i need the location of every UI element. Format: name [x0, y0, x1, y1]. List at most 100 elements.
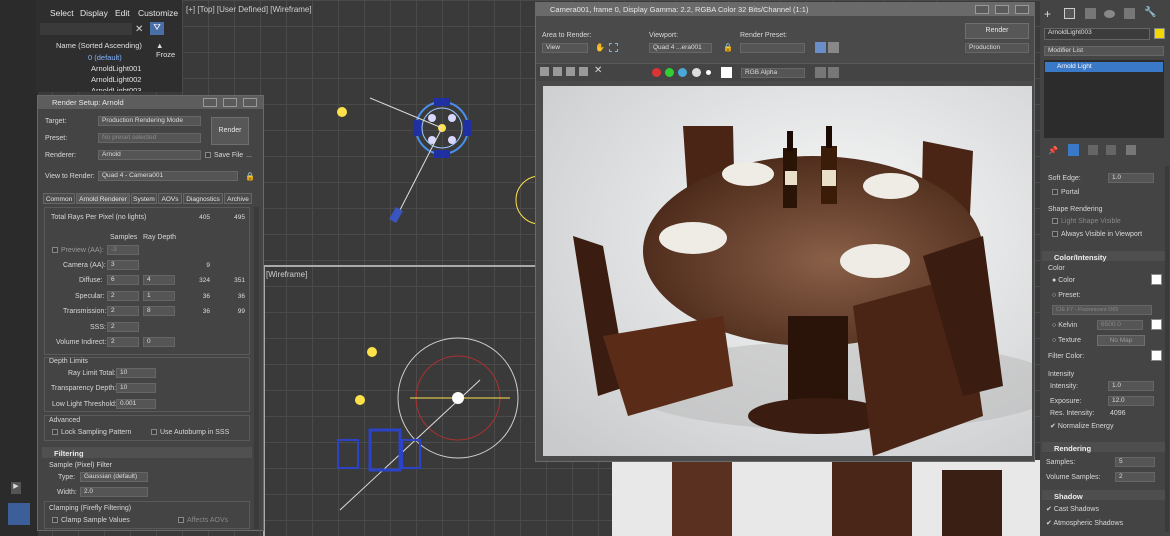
renderer-dropdown[interactable]: Arnold: [98, 150, 201, 160]
scrollbar[interactable]: [254, 207, 259, 529]
menu-display[interactable]: Display: [80, 4, 108, 22]
motion-tab-icon[interactable]: [1104, 10, 1115, 18]
lock-icon[interactable]: 🔒: [245, 172, 255, 181]
frozen-column-header[interactable]: ▲ Froze: [156, 41, 182, 59]
hierarchy-tab-icon[interactable]: [1085, 8, 1096, 19]
kelvin-swatch[interactable]: [1151, 319, 1162, 330]
clear-icon[interactable]: ✕: [594, 65, 602, 76]
light-shape-visible-checkbox[interactable]: Light Shape Visible: [1052, 218, 1121, 225]
swatch-white[interactable]: [721, 67, 732, 78]
menu-edit[interactable]: Edit: [115, 4, 130, 22]
column-header[interactable]: Name (Sorted Ascending): [56, 41, 142, 50]
always-visible-checkbox[interactable]: Always Visible in Viewport: [1052, 231, 1142, 238]
object-name-field[interactable]: ArnoldLight003: [1044, 28, 1150, 40]
render-setup-titlebar[interactable]: Render Setup: Arnold: [38, 96, 263, 109]
lock-sampling-checkbox[interactable]: Lock Sampling Pattern: [52, 429, 131, 436]
atmospheric-shadows-checkbox[interactable]: ✔ Atmospheric Shadows: [1046, 519, 1123, 527]
preset-dropdown[interactable]: No preset selected: [98, 133, 201, 143]
filter-width-spinner[interactable]: 2.0: [80, 487, 148, 497]
rendered-image[interactable]: [543, 86, 1032, 456]
normalize-energy-checkbox[interactable]: ✔ Normalize Energy: [1050, 422, 1113, 430]
save-file-checkbox[interactable]: Save File: [205, 152, 243, 159]
target-dropdown[interactable]: Production Rendering Mode: [98, 116, 201, 126]
tab-common[interactable]: Common: [43, 193, 75, 204]
tab-system[interactable]: System: [131, 193, 157, 204]
transparency-depth-spinner[interactable]: 10: [116, 383, 156, 393]
copy-image-icon[interactable]: [553, 67, 562, 76]
specular-depth-spinner[interactable]: 1: [143, 291, 175, 301]
diffuse-samples-spinner[interactable]: 6: [107, 275, 139, 285]
render-button[interactable]: Render: [211, 117, 249, 145]
transmission-depth-spinner[interactable]: 8: [143, 306, 175, 316]
filter-type-dropdown[interactable]: Gaussian (default): [80, 472, 148, 482]
camera-aa-spinner[interactable]: 3: [107, 260, 139, 270]
print-icon[interactable]: [579, 67, 588, 76]
utilities-tab-icon[interactable]: 🔧: [1144, 7, 1156, 18]
tab-aovs[interactable]: AOVs: [158, 193, 182, 204]
preview-aa-spinner[interactable]: -3: [107, 245, 139, 255]
sss-samples-spinner[interactable]: 2: [107, 322, 139, 332]
blue-channel-icon[interactable]: [678, 68, 687, 77]
soft-edge-spinner[interactable]: 1.0: [1108, 173, 1154, 183]
preset-radio[interactable]: ○ Preset:: [1052, 292, 1080, 299]
modifier-list-dropdown[interactable]: Modifier List: [1044, 46, 1164, 56]
volume-samples-spinner[interactable]: 2: [1115, 472, 1155, 482]
make-unique-icon[interactable]: [1088, 145, 1098, 155]
show-end-result-icon[interactable]: [1068, 144, 1079, 156]
filter-color-swatch[interactable]: [1151, 350, 1162, 361]
color-picker-icon[interactable]: [828, 67, 839, 78]
clone-window-icon[interactable]: [566, 67, 575, 76]
arnold-light-002-row[interactable]: ArnoldLight002: [91, 75, 141, 84]
cast-shadows-checkbox[interactable]: ✔ Cast Shadows: [1046, 505, 1099, 513]
volume-depth-spinner[interactable]: 0: [143, 337, 175, 347]
object-color-swatch[interactable]: [1154, 28, 1165, 39]
affects-aovs-checkbox[interactable]: Affects AOVs: [178, 517, 228, 524]
color-radio[interactable]: ● Color: [1052, 277, 1075, 284]
tab-diagnostics[interactable]: Diagnostics: [183, 193, 223, 204]
diffuse-depth-spinner[interactable]: 4: [143, 275, 175, 285]
autobump-checkbox[interactable]: Use Autobump in SSS: [151, 429, 229, 436]
kelvin-spinner[interactable]: 6500.0: [1097, 320, 1143, 330]
save-image-icon[interactable]: [540, 67, 549, 76]
kelvin-radio[interactable]: ○ Kelvin: [1052, 322, 1077, 329]
frame-close-button[interactable]: [1015, 5, 1029, 14]
frame-window-titlebar[interactable]: Camera001, frame 0, Display Gamma: 2.2, …: [536, 3, 1034, 16]
configure-sets-icon[interactable]: [1126, 145, 1136, 155]
layer-default-row[interactable]: 0 (default): [88, 53, 122, 62]
red-channel-icon[interactable]: [652, 68, 661, 77]
alpha-channel-icon[interactable]: [692, 68, 701, 77]
remove-modifier-icon[interactable]: [1106, 145, 1116, 155]
close-button[interactable]: [243, 98, 257, 107]
pan-hand-icon[interactable]: ✋: [595, 43, 605, 52]
green-channel-icon[interactable]: [665, 68, 674, 77]
frame-render-button[interactable]: Render: [965, 23, 1029, 39]
frame-maximize-button[interactable]: [995, 5, 1009, 14]
search-field[interactable]: [40, 23, 132, 35]
portal-checkbox[interactable]: Portal: [1052, 189, 1079, 196]
expand-icon[interactable]: ▶: [11, 482, 21, 494]
render-preset-dropdown[interactable]: [740, 43, 805, 53]
pin-stack-icon[interactable]: 📌: [1048, 146, 1058, 155]
maximize-button[interactable]: [223, 98, 237, 107]
area-to-render-dropdown[interactable]: View: [542, 43, 588, 53]
menu-customize[interactable]: Customize: [138, 4, 178, 22]
render-setup-icon[interactable]: [815, 42, 826, 53]
modify-tab-icon[interactable]: [1064, 8, 1075, 19]
channel-dropdown[interactable]: RGB Alpha: [741, 68, 805, 78]
display-tab-icon[interactable]: [1124, 8, 1135, 19]
view-to-render-dropdown[interactable]: Quad 4 - Camera001: [98, 171, 238, 181]
exposure-spinner[interactable]: 12.0: [1108, 396, 1154, 406]
modifier-stack-item[interactable]: Arnold Light: [1045, 62, 1163, 72]
viewport-dropdown[interactable]: Quad 4 ...era001: [649, 43, 712, 53]
low-light-spinner[interactable]: 0.001: [116, 399, 156, 409]
command-panel-scrollbar[interactable]: [1165, 166, 1169, 532]
production-dropdown[interactable]: Production: [965, 43, 1029, 53]
tab-archive[interactable]: Archive: [224, 193, 252, 204]
viewport-layout-icon[interactable]: [8, 503, 30, 525]
arnold-light-001-row[interactable]: ArnoldLight001: [91, 64, 141, 73]
menu-select[interactable]: Select: [50, 4, 74, 22]
tab-arnold-renderer[interactable]: Arnold Renderer: [76, 193, 130, 204]
light-preset-dropdown[interactable]: CIE F7 - Fluorescent D65: [1052, 305, 1152, 315]
specular-samples-spinner[interactable]: 2: [107, 291, 139, 301]
frame-minimize-button[interactable]: [975, 5, 989, 14]
